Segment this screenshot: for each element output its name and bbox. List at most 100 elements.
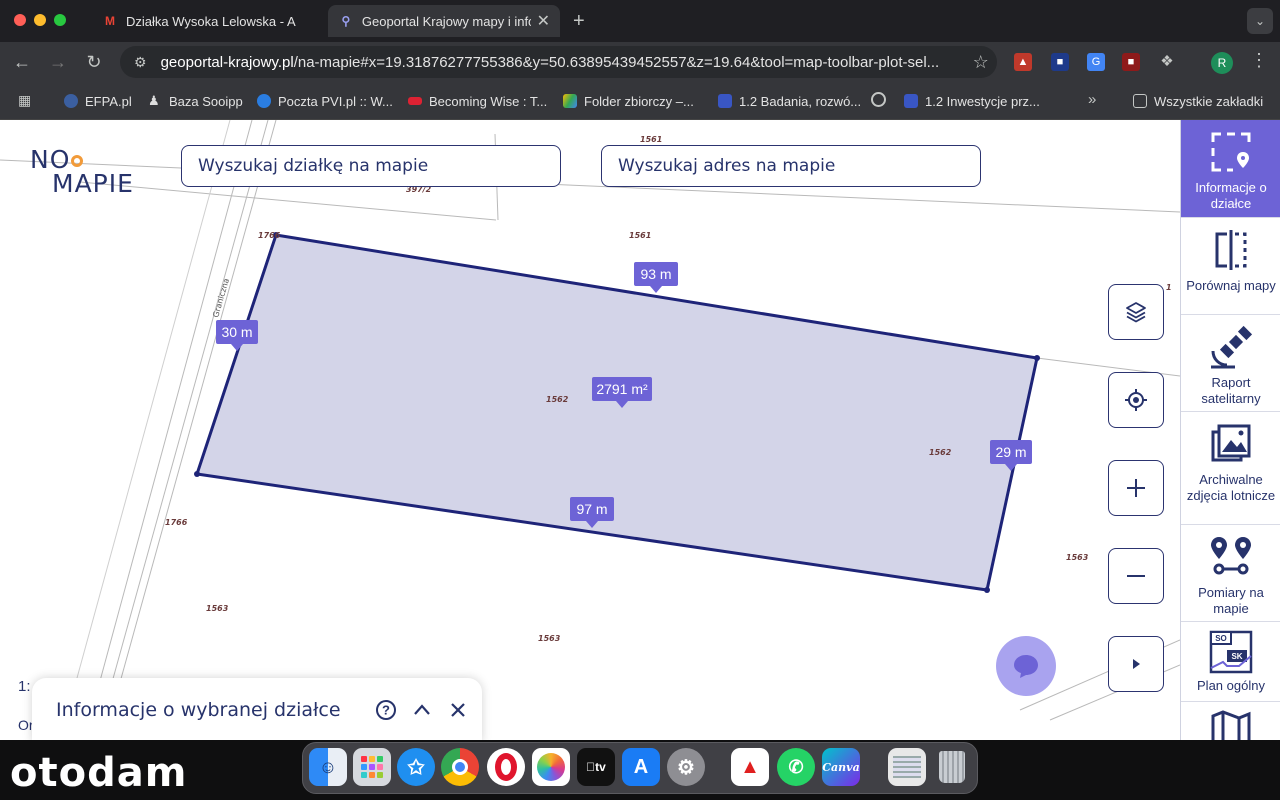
- wordpress-icon: [64, 94, 78, 108]
- extension-fox-icon[interactable]: ▲: [1014, 53, 1032, 71]
- zoom-out-button[interactable]: [1108, 548, 1164, 604]
- extension-red-icon[interactable]: ■: [1122, 53, 1140, 71]
- zoom-in-button[interactable]: [1108, 460, 1164, 516]
- bookmark-item[interactable]: 1.2 Inwestycje prz...: [904, 92, 1040, 110]
- all-bookmarks-folder[interactable]: Wszystkie zakładki: [1133, 92, 1263, 110]
- plot-info-title: Informacje o wybranej działce: [56, 699, 341, 721]
- street-name: Graniczna: [211, 277, 231, 318]
- sidebar-item-measure[interactable]: Pomiary na mapie: [1181, 525, 1280, 622]
- chrome-icon[interactable]: [441, 748, 479, 786]
- safari-icon[interactable]: ✩: [397, 748, 435, 786]
- sidebar-item-label: Archiwalne zdjęcia lotnicze: [1186, 472, 1276, 503]
- bookmark-item[interactable]: Becoming Wise : T...: [408, 92, 547, 110]
- sidebar-item-label: Raport satelitarny: [1201, 375, 1261, 406]
- location-pin-icon: ⚲: [341, 14, 351, 28]
- chat-button[interactable]: [996, 636, 1056, 696]
- map-book-icon[interactable]: [1209, 710, 1253, 740]
- close-tab-icon[interactable]: ✕: [537, 11, 550, 31]
- extension-cube-icon[interactable]: ■: [1051, 53, 1069, 71]
- folder-icon: [1133, 94, 1147, 108]
- logo-dot-icon: [71, 155, 84, 167]
- close-window-button[interactable]: [14, 14, 26, 26]
- sidebar-item-plot-info[interactable]: Informacje o działce: [1181, 120, 1280, 218]
- chevron-up-icon[interactable]: [404, 692, 440, 728]
- search-address-input[interactable]: Wyszukaj adres na mapie: [601, 145, 981, 187]
- sidebar-item-label: Porównaj mapy: [1186, 278, 1276, 293]
- extension-translate-icon[interactable]: G: [1087, 53, 1105, 71]
- tab-plot-listing[interactable]: M Działka Wysoka Lelowska - A: [92, 5, 326, 37]
- tab-title: Geoportal Krajowy mapy i info: [361, 13, 531, 29]
- launchpad-icon[interactable]: [353, 748, 391, 786]
- play-arrow-icon: [1133, 659, 1140, 669]
- apple-tv-icon[interactable]: tv: [577, 748, 615, 786]
- more-bookmarks-icon[interactable]: »: [1088, 91, 1096, 108]
- plot-info-panel[interactable]: Informacje o wybranej działce ?: [32, 678, 482, 740]
- globe-icon[interactable]: [871, 92, 886, 107]
- crosshair-icon: [1125, 389, 1147, 411]
- walker-icon: ♟: [148, 93, 160, 108]
- preview-icon[interactable]: [888, 748, 926, 786]
- expand-panel-button[interactable]: [1108, 636, 1164, 692]
- help-icon[interactable]: ?: [368, 692, 404, 728]
- map-scale: 1:: [18, 678, 31, 695]
- bookmark-item[interactable]: Poczta PVI.pl :: W...: [257, 92, 393, 110]
- layers-icon: [1126, 302, 1146, 323]
- svg-text:97 m: 97 m: [576, 501, 607, 517]
- forward-button[interactable]: →: [48, 52, 68, 72]
- bookmark-item[interactable]: 1.2 Badania, rozwó...: [718, 92, 861, 110]
- tab-search-button[interactable]: ⌄: [1247, 8, 1273, 34]
- app-store-icon[interactable]: A: [622, 748, 660, 786]
- sidebar-item-satellite[interactable]: Raport satelitarny: [1181, 315, 1280, 412]
- layers-button[interactable]: [1108, 284, 1164, 340]
- parcel-number: 1766: [258, 231, 281, 240]
- bookmark-item[interactable]: EFPA.pl: [64, 92, 132, 110]
- site-settings-icon[interactable]: ⚙: [134, 54, 147, 71]
- sidebar-item-general-plan[interactable]: SO SK Plan ogólny: [1181, 622, 1280, 702]
- profile-avatar[interactable]: R: [1211, 52, 1233, 74]
- compare-maps-icon: [1209, 228, 1253, 272]
- opera-icon[interactable]: [487, 748, 525, 786]
- acrobat-icon[interactable]: ▲: [731, 748, 769, 786]
- search-plot-input[interactable]: Wyszukaj działkę na mapie: [181, 145, 561, 187]
- measure-icon: [1209, 535, 1253, 579]
- canva-icon[interactable]: Canva: [822, 748, 860, 786]
- url-text: geoportal-krajowy.pl/na-mapie#x=19.31876…: [160, 53, 940, 71]
- otodam-watermark: otodam: [10, 750, 188, 796]
- parcel-number: 1563: [206, 604, 229, 613]
- minimize-window-button[interactable]: [34, 14, 46, 26]
- document-icon: [718, 94, 732, 108]
- no-mapie-logo[interactable]: NO MAPIE: [30, 147, 134, 196]
- sidebar-item-archive-photos[interactable]: Archiwalne zdjęcia lotnicze: [1181, 412, 1280, 525]
- sidebar-item-compare-maps[interactable]: Porównaj mapy: [1181, 218, 1280, 315]
- extensions-puzzle-icon[interactable]: ❖: [1158, 53, 1176, 71]
- google-drive-icon: [563, 94, 577, 108]
- finder-icon[interactable]: ☺: [309, 748, 347, 786]
- apps-grid-icon[interactable]: ▦: [18, 92, 31, 109]
- parcel-number: 1561: [629, 231, 651, 240]
- tab-geoportal[interactable]: ⚲ Geoportal Krajowy mapy i info ✕: [328, 5, 560, 37]
- photos-icon[interactable]: [532, 748, 570, 786]
- chat-icon: [1014, 655, 1038, 678]
- tools-sidebar: Informacje o działce Porównaj mapy Rapor…: [1180, 120, 1280, 740]
- bookmark-star-icon[interactable]: ☆: [973, 52, 989, 73]
- address-bar[interactable]: ⚙ geoportal-krajowy.pl/na-mapie#x=19.318…: [120, 46, 997, 78]
- npr-icon: [408, 97, 422, 105]
- trash-icon[interactable]: [933, 748, 971, 786]
- close-icon[interactable]: [440, 692, 476, 728]
- sidebar-item-label: Plan ogólny: [1197, 678, 1265, 693]
- locate-me-button[interactable]: [1108, 372, 1164, 428]
- satellite-icon: [1209, 325, 1253, 369]
- new-tab-button[interactable]: +: [573, 10, 585, 33]
- menu-kebab-icon[interactable]: ⋮: [1250, 50, 1268, 71]
- svg-text:SK: SK: [1231, 652, 1242, 661]
- mail-icon: [257, 94, 271, 108]
- system-settings-icon[interactable]: ⚙: [667, 748, 705, 786]
- back-button[interactable]: ←: [12, 52, 32, 72]
- reload-button[interactable]: ↻: [84, 52, 104, 72]
- bookmark-item[interactable]: Folder zbiorczy –...: [563, 92, 694, 110]
- bookmark-item[interactable]: ♟ Baza Sooipp: [148, 92, 243, 110]
- tab-title: Działka Wysoka Lelowska - A: [126, 13, 296, 29]
- selected-parcel[interactable]: [195, 233, 1039, 592]
- whatsapp-icon[interactable]: ✆: [777, 748, 815, 786]
- zoom-window-button[interactable]: [54, 14, 66, 26]
